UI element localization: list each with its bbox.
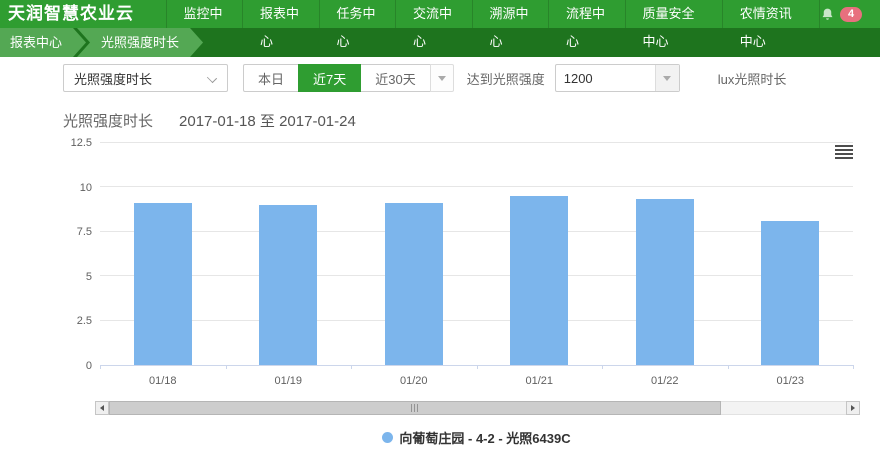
breadcrumb-item[interactable]: 光照强度时长	[77, 28, 203, 57]
x-axis-tick-label: 01/18	[100, 375, 226, 387]
chart-scrollbar	[95, 401, 860, 415]
bar-01/19[interactable]	[259, 205, 317, 365]
arrow-right-icon	[851, 405, 855, 411]
breadcrumb-item[interactable]: 报表中心	[0, 28, 86, 57]
x-axis-tick	[602, 365, 603, 369]
nav-menu: 监控中心报表中心任务中心交流中心溯源中心流程中心质量安全中心农情资讯中心	[166, 0, 820, 28]
x-axis-tick	[226, 365, 227, 369]
chart-menu-icon[interactable]	[835, 145, 853, 159]
scrollbar-right-button[interactable]	[846, 401, 860, 415]
chevron-down-icon	[207, 73, 217, 83]
x-axis-tick	[728, 365, 729, 369]
bar-chart: 0 2.5 5 7.5 10 12.5 01/1801/1901/2001/2101/22…	[0, 137, 880, 385]
nav-item[interactable]: 农情资讯中心	[722, 0, 820, 28]
threshold-input[interactable]	[556, 65, 655, 91]
arrow-left-icon	[100, 405, 104, 411]
chart-header: 光照强度时长 2017-01-18 至 2017-01-24	[63, 110, 880, 131]
y-axis-tick-label: 12.5	[71, 137, 92, 149]
filter-toolbar: 光照强度时长 本日近7天近30天 达到光照强度 lux光照时长	[63, 64, 880, 92]
nav-item[interactable]: 质量安全中心	[625, 0, 722, 28]
threshold-label: 达到光照强度	[467, 69, 545, 88]
x-axis-tick	[351, 365, 352, 369]
y-axis-tick-label: 7.5	[77, 226, 92, 238]
gridline	[100, 275, 853, 276]
chart-title: 光照强度时长	[63, 110, 153, 131]
bar-01/23[interactable]	[761, 221, 819, 365]
y-axis-tick-label: 0	[86, 360, 92, 372]
nav-item[interactable]: 交流中心	[395, 0, 472, 28]
range-button[interactable]: 近7天	[298, 64, 361, 92]
range-button-group: 本日近7天近30天	[243, 64, 431, 92]
range-button[interactable]: 本日	[243, 64, 299, 92]
report-type-select[interactable]: 光照强度时长	[63, 64, 228, 92]
nav-item[interactable]: 监控中心	[166, 0, 243, 28]
x-axis-tick-label: 01/21	[477, 375, 603, 387]
chart-legend[interactable]: 向葡萄庄园 - 4-2 - 光照6439C	[100, 428, 853, 447]
legend-marker	[382, 432, 393, 443]
x-axis-tick-label: 01/19	[226, 375, 352, 387]
threshold-dropdown-button[interactable]	[655, 65, 679, 91]
x-axis-tick	[100, 365, 101, 369]
scrollbar-track[interactable]	[109, 401, 846, 415]
top-nav-bar: 天润智慧农业云平台 监控中心报表中心任务中心交流中心溯源中心流程中心质量安全中心…	[0, 0, 880, 28]
bar-01/18[interactable]	[134, 203, 192, 366]
gridline	[100, 142, 853, 143]
caret-down-icon	[663, 76, 671, 81]
y-axis-tick-label: 5	[86, 271, 92, 283]
threshold-unit-label: lux光照时长	[718, 69, 787, 88]
scrollbar-grip-icon	[411, 404, 419, 412]
x-axis-labels: 01/1801/1901/2001/2101/2201/23	[100, 375, 853, 391]
threshold-combobox	[555, 64, 680, 92]
x-axis-tick	[853, 365, 854, 369]
scrollbar-left-button[interactable]	[95, 401, 109, 415]
x-axis-tick	[477, 365, 478, 369]
gridline	[100, 320, 853, 321]
caret-down-icon	[438, 76, 446, 81]
bar-01/21[interactable]	[510, 196, 568, 365]
y-axis-labels: 02.557.51012.5	[0, 143, 92, 366]
legend-label: 向葡萄庄园 - 4-2 - 光照6439C	[399, 428, 570, 447]
brand-title: 天润智慧农业云平台	[0, 0, 166, 28]
scrollbar-thumb[interactable]	[109, 401, 721, 415]
nav-item[interactable]: 报表中心	[242, 0, 319, 28]
notification-count-badge[interactable]: 4	[840, 7, 862, 22]
nav-right: 4	[820, 0, 880, 28]
x-axis-tick-label: 01/22	[602, 375, 728, 387]
range-button[interactable]: 近30天	[360, 64, 430, 92]
x-axis-tick-label: 01/23	[728, 375, 854, 387]
notification-bell-icon[interactable]	[820, 7, 835, 22]
y-axis-tick-label: 10	[80, 182, 92, 194]
chart-date-range: 2017-01-18 至 2017-01-24	[179, 110, 356, 131]
gridline	[100, 231, 853, 232]
range-dropdown-button[interactable]	[430, 64, 454, 92]
nav-item[interactable]: 流程中心	[548, 0, 625, 28]
y-axis-tick-label: 2.5	[77, 315, 92, 327]
report-type-select-value: 光照强度时长	[74, 69, 152, 88]
bar-01/22[interactable]	[636, 199, 694, 365]
x-axis-tick-label: 01/20	[351, 375, 477, 387]
gridline	[100, 186, 853, 187]
bar-01/20[interactable]	[385, 203, 443, 366]
nav-item[interactable]: 任务中心	[319, 0, 396, 28]
plot-area	[100, 143, 853, 366]
nav-item[interactable]: 溯源中心	[472, 0, 549, 28]
